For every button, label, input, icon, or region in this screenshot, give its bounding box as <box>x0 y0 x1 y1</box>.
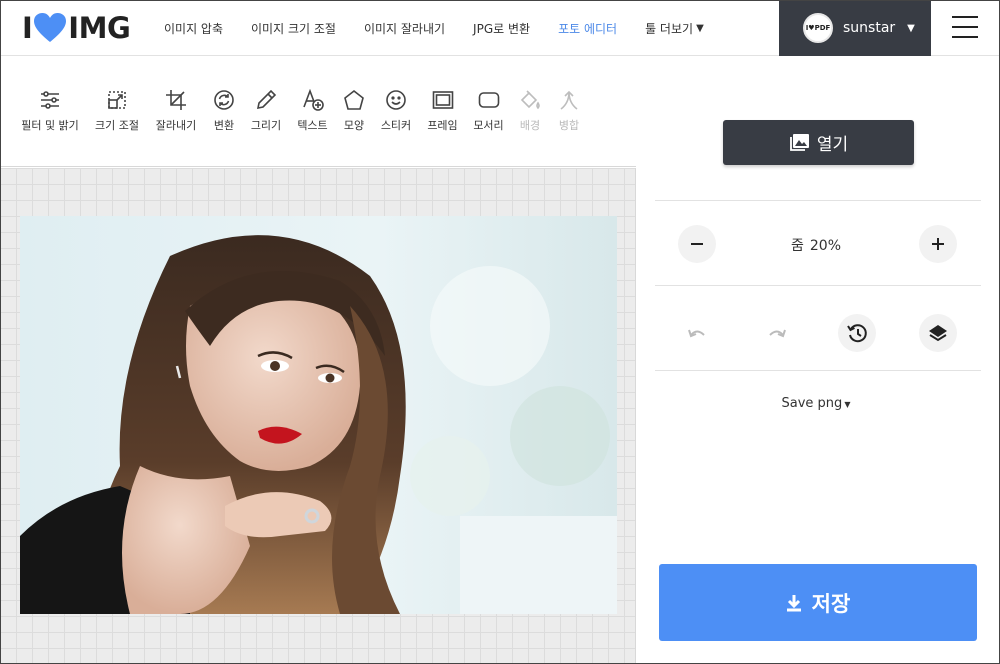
download-icon <box>786 594 801 611</box>
nav-link-label: 이미지 압축 <box>164 21 224 36</box>
save-format-dropdown[interactable]: Save png ▼ <box>766 396 866 411</box>
avatar: I♥PDF <box>803 13 833 43</box>
nav-link-photo-editor[interactable]: 포토 에디터 <box>558 20 617 37</box>
tool-label: 모서리 <box>473 119 504 132</box>
zoom-in-button[interactable] <box>919 225 957 263</box>
nav-link-label: 툴 더보기 <box>645 21 694 36</box>
nav-link-resize[interactable]: 이미지 크기 조절 <box>251 20 336 37</box>
username: sunstar <box>843 20 896 36</box>
hamburger-menu-icon[interactable] <box>952 16 978 38</box>
right-panel: 열기 줌 20% Save png ▼ 저장 <box>636 57 1000 664</box>
caret-down-icon: ▼ <box>844 400 851 409</box>
tool-corner[interactable]: 모서리 <box>471 89 506 133</box>
rounded-corner-icon <box>478 92 499 108</box>
text-add-icon <box>302 89 324 111</box>
crop-icon <box>166 90 186 110</box>
merge-icon <box>560 90 578 110</box>
zoom-label-text: 줌 <box>790 238 804 254</box>
image-gallery-icon <box>789 133 809 151</box>
tool-label: 스티커 <box>380 119 412 132</box>
history-button[interactable] <box>838 314 876 352</box>
undo-button[interactable] <box>678 314 716 352</box>
portrait-image <box>20 216 617 614</box>
minus-icon <box>691 243 703 245</box>
plus-icon <box>932 238 944 250</box>
nav-link-label: 포토 에디터 <box>558 21 618 36</box>
divider <box>655 200 981 201</box>
nav-link-convert-jpg[interactable]: JPG로 변환 <box>473 20 530 37</box>
tool-label: 그리기 <box>250 119 282 132</box>
editor-toolbar: 필터 및 밝기 크기 조절 잘라내기 변환 그리기 텍스트 모양 스티커 프레임… <box>0 57 636 167</box>
tool-background[interactable]: 배경 <box>518 89 542 133</box>
layers-icon <box>929 325 947 342</box>
tool-label: 변환 <box>213 119 235 132</box>
edited-photo[interactable] <box>20 216 617 614</box>
save-button[interactable]: 저장 <box>659 564 977 641</box>
resize-icon <box>108 91 126 109</box>
nav-link-label: 이미지 크기 조절 <box>251 21 336 36</box>
tool-label: 잘라내기 <box>155 119 197 132</box>
zoom-level: 줌 20% <box>766 235 866 255</box>
caret-down-icon: ▼ <box>696 22 704 34</box>
tool-filters[interactable]: 필터 및 밝기 <box>18 89 82 133</box>
redo-icon <box>769 329 786 338</box>
heart-logo-icon <box>34 13 67 42</box>
nav-link-crop[interactable]: 이미지 잘라내기 <box>364 20 445 37</box>
smiley-icon <box>386 90 406 110</box>
open-button-label: 열기 <box>816 135 849 155</box>
tool-resize[interactable]: 크기 조절 <box>92 89 142 133</box>
user-menu[interactable]: I♥PDF sunstar ▼ <box>779 0 931 56</box>
caret-down-icon: ▼ <box>907 22 915 34</box>
tool-label: 프레임 <box>427 119 458 132</box>
tool-label: 모양 <box>343 119 365 132</box>
top-navigation: I IMG 이미지 압축 이미지 크기 조절 이미지 잘라내기 JPG로 변환 … <box>0 0 1000 56</box>
tool-label: 텍스트 <box>297 119 328 132</box>
open-button[interactable]: 열기 <box>723 120 914 165</box>
history-icon <box>847 324 867 343</box>
nav-link-label: JPG로 변환 <box>473 21 531 36</box>
sliders-icon <box>41 91 59 109</box>
editor-canvas[interactable] <box>0 168 636 664</box>
zoom-value: 20% <box>809 238 841 254</box>
tool-crop[interactable]: 잘라내기 <box>153 89 199 133</box>
save-button-label: 저장 <box>811 591 851 616</box>
rotate-icon <box>214 90 234 110</box>
tool-shape[interactable]: 모양 <box>342 89 366 133</box>
frame-icon <box>432 91 453 109</box>
logo-text-left: I <box>22 10 33 45</box>
zoom-out-button[interactable] <box>678 225 716 263</box>
tool-label: 병합 <box>558 119 580 132</box>
pencil-icon <box>256 89 277 110</box>
nav-link-compress[interactable]: 이미지 압축 <box>164 20 223 37</box>
tool-label: 필터 및 밝기 <box>21 119 79 132</box>
tool-draw[interactable]: 그리기 <box>249 89 283 133</box>
main-menu: 이미지 압축 이미지 크기 조절 이미지 잘라내기 JPG로 변환 포토 에디터… <box>164 0 732 56</box>
divider <box>655 370 981 371</box>
logo-text-right: IMG <box>68 10 131 45</box>
divider <box>655 285 981 286</box>
tool-sticker[interactable]: 스티커 <box>379 89 413 133</box>
nav-link-label: 이미지 잘라내기 <box>363 21 446 36</box>
tool-label: 배경 <box>519 119 541 132</box>
tool-transform[interactable]: 변환 <box>212 89 236 133</box>
redo-button[interactable] <box>758 314 796 352</box>
tool-text[interactable]: 텍스트 <box>295 89 330 133</box>
save-format-label: Save png <box>781 396 843 411</box>
avatar-text: I♥PDF <box>805 24 831 32</box>
tool-label: 크기 조절 <box>95 119 139 132</box>
layers-button[interactable] <box>919 314 957 352</box>
iloveimg-logo[interactable]: I IMG <box>22 10 131 46</box>
undo-icon <box>688 329 705 338</box>
nav-link-more-tools[interactable]: 툴 더보기 ▼ <box>645 20 704 37</box>
tool-frame[interactable]: 프레임 <box>425 89 460 133</box>
tool-merge[interactable]: 병합 <box>557 89 581 133</box>
paint-bucket-icon <box>520 90 540 110</box>
pentagon-icon <box>344 89 364 110</box>
